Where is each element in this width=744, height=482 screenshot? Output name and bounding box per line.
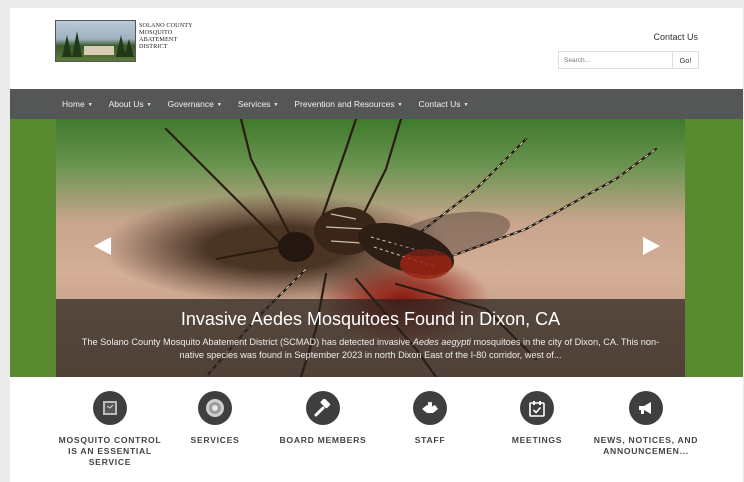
header-contact-link[interactable]: Contact Us	[653, 32, 698, 42]
nav-item-about-us[interactable]: About Us ▼	[109, 99, 152, 109]
caret-down-icon: ▼	[463, 101, 469, 108]
slide-caption: Invasive Aedes Mosquitoes Found in Dixon…	[56, 299, 685, 377]
slide-body-text: The Solano County Mosquito Abatement Dis…	[81, 337, 413, 347]
nav-item-home[interactable]: Home ▼	[62, 99, 93, 109]
nav-item-label: Governance	[167, 99, 214, 109]
logo-line: DISTRICT	[139, 43, 168, 50]
quick-link-news[interactable]: NEWS, NOTICES, AND ANNOUNCEMEN...	[591, 391, 701, 457]
nav-item-label: Home	[62, 99, 85, 109]
handshake-icon	[413, 391, 447, 425]
nav-item-label: Contact Us	[418, 99, 461, 109]
quick-link-label: STAFF	[414, 435, 446, 445]
nav-item-label: Services	[237, 99, 271, 109]
site-header: SOLANO COUNTY MOSQUITO ABATEMENT DISTRIC…	[10, 8, 743, 89]
search-form: Go!	[558, 51, 699, 69]
quick-link-label: NEWS, NOTICES, AND ANNOUNCEMEN...	[593, 435, 699, 456]
gavel-icon	[306, 391, 340, 425]
megaphone-icon	[629, 391, 663, 425]
hero-section: Invasive Aedes Mosquitoes Found in Dixon…	[10, 119, 743, 377]
quick-link-label: BOARD MEMBERS	[279, 435, 367, 445]
slide-body-species: Aedes aegypti	[412, 337, 471, 347]
nav-item-prevention[interactable]: Prevention and Resources ▼	[294, 99, 402, 109]
services-image-icon	[198, 391, 232, 425]
quick-link-label: MEETINGS	[511, 435, 563, 445]
site-logo[interactable]: SOLANO COUNTY MOSQUITO ABATEMENT DISTRIC…	[55, 20, 193, 62]
quick-link-staff[interactable]: STAFF	[375, 391, 485, 446]
page: SOLANO COUNTY MOSQUITO ABATEMENT DISTRIC…	[10, 8, 743, 482]
nav-item-services[interactable]: Services ▼	[238, 99, 279, 109]
calendar-check-icon	[520, 391, 554, 425]
caret-down-icon: ▼	[397, 101, 403, 108]
main-nav: Home ▼ About Us ▼ Governance ▼ Services ▼ Pr…	[10, 89, 743, 119]
quick-link-board-members[interactable]: BOARD MEMBERS	[268, 391, 378, 446]
caret-down-icon: ▼	[87, 101, 93, 108]
caret-down-icon: ▼	[273, 101, 279, 108]
logo-text: SOLANO COUNTY MOSQUITO ABATEMENT DISTRIC…	[139, 22, 193, 50]
search-input[interactable]	[558, 51, 673, 69]
quick-links: MOSQUITO CONTROL IS AN ESSENTIAL SERVICE…	[10, 377, 743, 482]
caret-down-icon: ▼	[216, 101, 222, 108]
quick-link-meetings[interactable]: MEETINGS	[482, 391, 592, 446]
slider-prev-arrow-icon[interactable]	[94, 237, 111, 255]
slider-next-arrow-icon[interactable]	[643, 237, 660, 255]
logo-line: SOLANO COUNTY	[139, 22, 193, 29]
search-go-button[interactable]: Go!	[673, 51, 699, 69]
nav-item-governance[interactable]: Governance ▼	[168, 99, 222, 109]
nav-item-label: Prevention and Resources	[294, 99, 395, 109]
slide-title[interactable]: Invasive Aedes Mosquitoes Found in Dixon…	[56, 309, 685, 330]
quick-link-label: MOSQUITO CONTROL IS AN ESSENTIAL SERVICE	[58, 435, 162, 467]
logo-line: MOSQUITO	[139, 29, 173, 36]
slide-description: The Solano County Mosquito Abatement Dis…	[56, 336, 685, 362]
logo-line: ABATEMENT	[139, 36, 178, 43]
logo-image	[55, 20, 136, 62]
quick-link-services[interactable]: SERVICES	[160, 391, 270, 446]
caret-down-icon: ▼	[146, 101, 152, 108]
slide[interactable]: Invasive Aedes Mosquitoes Found in Dixon…	[56, 119, 685, 377]
nav-item-label: About Us	[108, 99, 144, 109]
quick-link-label: SERVICES	[190, 435, 240, 445]
nav-item-contact-us[interactable]: Contact Us ▼	[419, 99, 469, 109]
mosquito-image-icon	[93, 391, 127, 425]
quick-link-essential-service[interactable]: MOSQUITO CONTROL IS AN ESSENTIAL SERVICE	[55, 391, 165, 468]
